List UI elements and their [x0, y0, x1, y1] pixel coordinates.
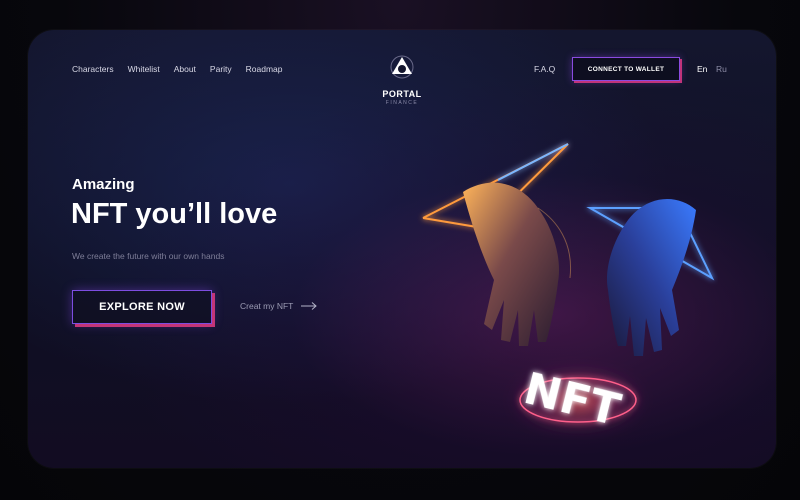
- nav-link-characters[interactable]: Characters: [72, 64, 114, 74]
- hero-kicker: Amazing: [72, 176, 135, 193]
- nav-link-whitelist[interactable]: Whitelist: [128, 64, 160, 74]
- hero-artwork: NFT: [422, 143, 715, 436]
- nav-link-faq[interactable]: F.A.Q: [534, 64, 555, 74]
- page-background: Characters Whitelist About Parity Roadma…: [0, 0, 800, 500]
- logo-title: PORTAL: [382, 89, 422, 99]
- connect-wallet-button[interactable]: CONNECT TO WALLET: [572, 57, 680, 81]
- explore-now-button[interactable]: EXPLORE NOW: [72, 290, 212, 324]
- hero-subtitle: We create the future with our own hands: [72, 251, 225, 261]
- create-nft-link[interactable]: Creat my NFT: [240, 301, 318, 311]
- hero-card: Characters Whitelist About Parity Roadma…: [28, 30, 776, 468]
- nft-badge-text: NFT: [519, 363, 625, 436]
- logo-subtitle: FINANCE: [385, 100, 419, 106]
- hero-title: NFT you’ll love: [71, 198, 278, 230]
- right-hand-shape: [606, 199, 696, 356]
- nav-link-parity[interactable]: Parity: [210, 64, 232, 74]
- nav-link-roadmap[interactable]: Roadmap: [246, 64, 283, 74]
- portal-triangle-icon: [390, 55, 414, 79]
- create-nft-label: Creat my NFT: [240, 301, 294, 311]
- arrow-right-icon: [301, 302, 318, 310]
- language-ru[interactable]: Ru: [716, 64, 727, 74]
- nav-link-about[interactable]: About: [174, 64, 196, 74]
- main-nav: Characters Whitelist About Parity Roadma…: [72, 64, 283, 74]
- language-en[interactable]: En: [697, 64, 707, 74]
- left-hand-shape: [463, 182, 572, 346]
- portal-logo[interactable]: PORTAL FINANCE: [372, 54, 432, 106]
